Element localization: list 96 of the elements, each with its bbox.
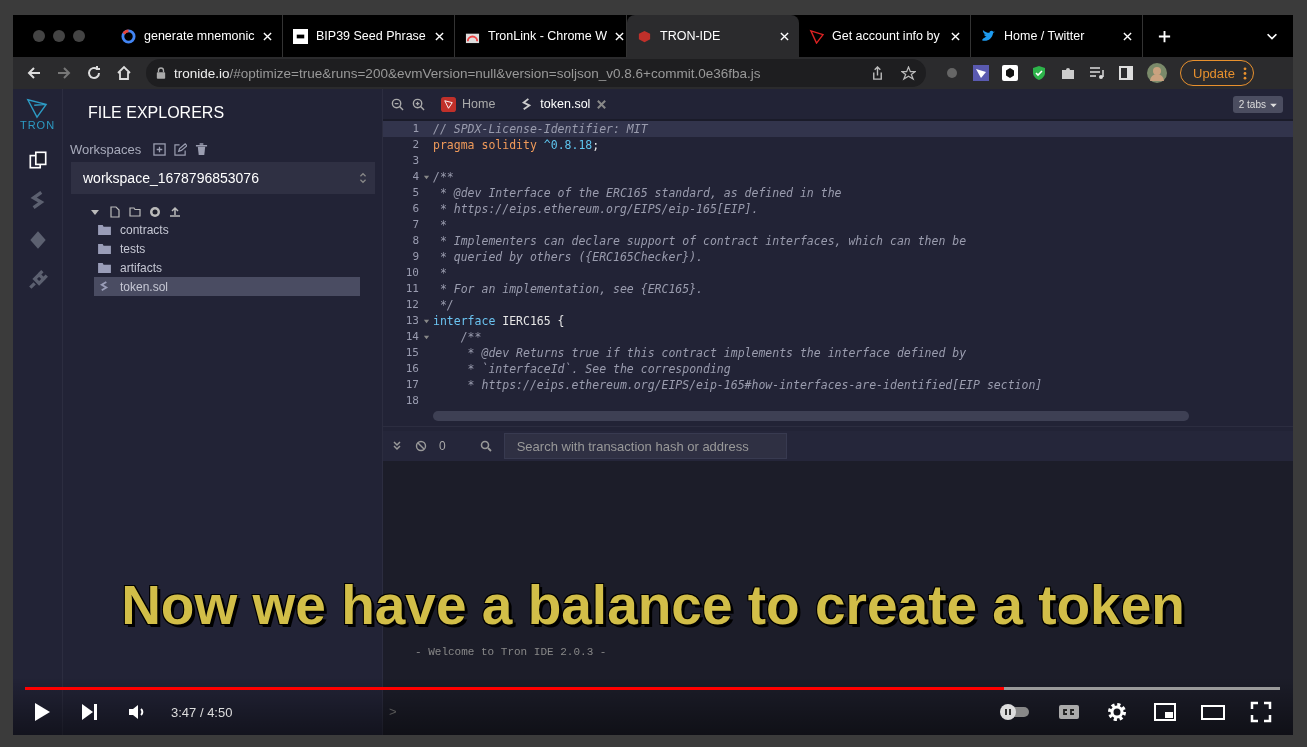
code-line: * — [438, 217, 447, 233]
line-number: 15 — [404, 345, 419, 361]
line-number: 11 — [404, 281, 419, 297]
line-number: 5 — [411, 185, 419, 201]
updown-icon — [359, 172, 367, 184]
caret-icon — [1270, 102, 1277, 108]
home-icon[interactable] — [116, 65, 132, 81]
line-number: 10 — [404, 265, 419, 281]
google-icon — [121, 28, 136, 44]
tabs-dropdown[interactable]: 2 tabs — [1232, 95, 1283, 113]
file-tree-item[interactable]: tests — [94, 239, 360, 258]
playlist-icon[interactable] — [1089, 65, 1105, 81]
line-number: 9 — [411, 249, 419, 265]
fullscreen-icon[interactable] — [1249, 700, 1273, 724]
code-line: * @dev Interface of the ERC165 standard, as defined in the — [438, 185, 842, 201]
logo-text: TRON — [19, 119, 56, 131]
plane-icon[interactable] — [973, 65, 989, 81]
line-number: 6 — [411, 201, 419, 217]
sphere-icon[interactable] — [944, 65, 960, 81]
files-icon[interactable] — [26, 149, 49, 171]
line-number: 13 — [404, 313, 419, 329]
line-number: 14 — [404, 329, 419, 345]
puzzle-icon[interactable] — [1060, 65, 1076, 81]
transaction-count: 0 — [439, 439, 446, 453]
code-line: * `interfaceId`. See the corresponding — [466, 361, 731, 377]
line-number: 8 — [411, 233, 419, 249]
search-icon — [479, 440, 492, 452]
welcome-message: - Welcome to Tron IDE 2.0.3 - — [415, 646, 607, 658]
back-icon[interactable] — [26, 65, 42, 81]
shield-icon[interactable] — [1031, 65, 1047, 81]
line-number: 7 — [411, 217, 419, 233]
line-number: 16 — [404, 361, 419, 377]
line-number: 18 — [404, 393, 419, 409]
folder-icon — [98, 243, 111, 254]
line-number: 12 — [404, 297, 419, 313]
add-icon[interactable] — [153, 143, 167, 156]
triangle-icon — [809, 28, 824, 44]
browser-tab[interactable]: TRON-IDE — [627, 15, 799, 57]
code-line: * https://eips.ethereum.org/EIPS/eip-165[EIP]. — [438, 201, 759, 217]
folder-icon — [98, 262, 111, 273]
workspace-select[interactable]: workspace_1678796853076 — [71, 162, 375, 194]
subtitle-caption: Now we have a balance to create a token — [120, 573, 1186, 637]
cube-icon — [637, 28, 652, 44]
reload-icon[interactable] — [86, 65, 102, 81]
miniplayer-icon[interactable] — [1153, 700, 1177, 724]
new-file-icon[interactable] — [109, 206, 121, 218]
scrollbar[interactable] — [433, 411, 1189, 421]
new-folder-icon[interactable] — [129, 206, 141, 218]
code-line: * https://eips.ethereum.org/EIPS/eip-165#how-interfaces-are-identified[EIP section] — [466, 377, 1043, 393]
bird-icon — [981, 28, 996, 44]
code-line: * queried by others ({ERC165Checker}). — [438, 249, 704, 265]
file-tree-item[interactable]: contracts — [94, 220, 360, 239]
prompt-symbol: > — [389, 704, 397, 719]
collapse-icon[interactable] — [391, 440, 403, 452]
avatar-icon[interactable] — [1147, 63, 1167, 83]
line-number: 17 — [404, 377, 419, 393]
star-icon[interactable] — [901, 65, 916, 81]
address-field[interactable]: tronide.io/#optimize=true&runs=200&evmVersion=null&version=soljson_v0.8.6+commit.0e36fba.js — [146, 59, 926, 87]
time-display: 3:47 / 4:50 — [171, 704, 233, 720]
line-number: 3 — [411, 153, 419, 169]
fold-icon[interactable] — [422, 173, 430, 181]
edit-icon[interactable] — [174, 143, 188, 156]
sidebar-icon[interactable] — [1118, 65, 1134, 81]
code-line: * Implementers can declare support of contract interfaces, which can then be — [438, 233, 967, 249]
code-line: // SPDX-License-Identifier: MIT — [433, 121, 648, 137]
code-line: * For an implementation, see {ERC165}. — [438, 281, 704, 297]
folder-icon — [98, 224, 111, 235]
file-tree-item[interactable]: token.sol — [94, 277, 360, 296]
search-field[interactable]: Search with transaction hash or address — [503, 433, 787, 459]
line-number: 1 — [411, 121, 419, 137]
code-line: * @dev Returns true if this contract implements the interface defined by — [466, 345, 967, 361]
workspaces-label: Workspaces — [70, 142, 142, 157]
share-icon[interactable] — [870, 65, 885, 81]
code-line: */ — [438, 297, 454, 313]
code-line: * — [438, 265, 447, 281]
panel-title: FILE EXPLORERS — [88, 104, 226, 122]
line-number: 4 — [411, 169, 419, 185]
line-number: 2 — [411, 137, 419, 153]
upload-icon[interactable] — [169, 206, 181, 218]
url-text: tronide.io/#optimize=true&runs=200&evmVersion=null&version=soljson_v0.8.6+commit.0e36fba.js — [174, 65, 762, 81]
file-tree-item[interactable]: artifacts — [94, 258, 360, 277]
clear-icon[interactable] — [415, 440, 427, 452]
code-line: /** — [433, 169, 454, 185]
settings-icon[interactable] — [1105, 700, 1129, 724]
plug-icon[interactable] — [26, 269, 49, 291]
plus-icon[interactable] — [1157, 28, 1172, 44]
forward-icon[interactable] — [56, 65, 72, 81]
code-line: /** — [459, 329, 482, 345]
trash-icon[interactable] — [195, 143, 209, 156]
more-icon — [1242, 66, 1247, 80]
code-line: interface IERC165 { — [433, 313, 565, 329]
lock-icon — [156, 67, 166, 79]
zoom-in-icon[interactable] — [412, 97, 425, 111]
editor-tab[interactable]: Home — [433, 89, 504, 119]
code-line: pragma solidity ^0.8.18; — [433, 137, 600, 153]
zoom-out-icon[interactable] — [391, 97, 404, 111]
